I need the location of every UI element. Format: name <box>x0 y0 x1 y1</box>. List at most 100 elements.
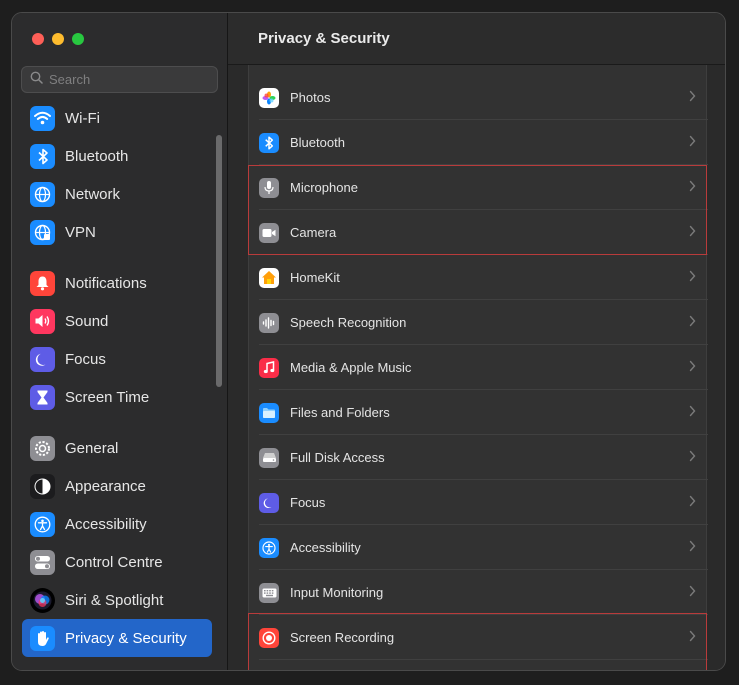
sidebar-item-control-centre[interactable]: Control Centre <box>22 543 212 581</box>
sidebar-item-label: Screen Time <box>65 388 150 406</box>
chevron-right-icon <box>689 405 696 417</box>
keyboard-icon <box>259 582 279 603</box>
hourglass-icon <box>30 384 55 410</box>
main-content: Privacy & Security Photos Bluetooth Micr… <box>228 13 725 670</box>
page-title: Privacy & Security <box>228 13 725 65</box>
sidebar-item-appearance[interactable]: Appearance <box>22 467 212 505</box>
sidebar-list: Wi-Fi Bluetooth Network VPN Notification… <box>22 99 212 657</box>
photos-icon <box>259 87 279 108</box>
sidebar-item-notifications[interactable]: Notifications <box>22 264 212 302</box>
bluetooth-icon <box>259 132 279 153</box>
list-item-label: Full Disk Access <box>290 450 385 465</box>
search-input[interactable] <box>49 72 209 87</box>
sidebar-item-label: Bluetooth <box>65 147 129 165</box>
minimize-button[interactable] <box>52 33 64 45</box>
list-item-input-monitoring[interactable]: Input Monitoring <box>249 570 708 615</box>
list-item-screen-recording[interactable]: Screen Recording <box>249 615 708 660</box>
chevron-right-icon <box>689 540 696 552</box>
chevron-right-icon <box>689 495 696 507</box>
folder-icon <box>259 402 279 423</box>
traffic-lights <box>32 33 84 45</box>
sidebar-item-general[interactable]: General <box>22 429 212 467</box>
sidebar-item-label: Siri & Spotlight <box>65 591 164 609</box>
disk-icon <box>259 447 279 468</box>
chevron-right-icon <box>689 180 696 192</box>
chevron-right-icon <box>689 225 696 237</box>
sidebar-item-label: VPN <box>65 223 96 241</box>
list-item-label: Camera <box>290 225 337 240</box>
sidebar-item-label: Network <box>65 185 121 203</box>
list-item-files-and-folders[interactable]: Files and Folders <box>249 390 708 435</box>
sidebar-scrollbar[interactable] <box>216 135 222 387</box>
settings-window: Wi-Fi Bluetooth Network VPN <box>11 12 726 671</box>
sidebar-item-label: Control Centre <box>65 553 163 571</box>
list-item-homekit[interactable]: HomeKit <box>249 255 708 300</box>
moon-icon <box>259 492 279 513</box>
accessibility-icon <box>30 511 55 537</box>
list-item-label: Focus <box>290 495 326 510</box>
sidebar-item-wifi[interactable]: Wi-Fi <box>22 99 212 137</box>
search-field[interactable] <box>21 66 218 93</box>
home-icon <box>259 267 279 288</box>
sidebar-item-sound[interactable]: Sound <box>22 302 212 340</box>
list-item-media-apple-music[interactable]: Media & Apple Music <box>249 345 708 390</box>
list-item-label: HomeKit <box>290 270 340 285</box>
list-item-label: Bluetooth <box>290 135 345 150</box>
list-item-speech-recognition[interactable]: Speech Recognition <box>249 300 708 345</box>
vpn-globe-icon <box>30 219 55 245</box>
list-item-label: Input Monitoring <box>290 585 384 600</box>
sidebar-item-label: Appearance <box>65 477 146 495</box>
list-item-label: Files and Folders <box>290 405 390 420</box>
bell-icon <box>30 270 55 296</box>
siri-icon <box>30 587 55 613</box>
chevron-right-icon <box>689 270 696 282</box>
list-item-photos[interactable]: Photos <box>249 75 708 120</box>
toggles-icon <box>30 549 55 575</box>
sidebar-item-label: Sound <box>65 312 109 330</box>
sidebar-item-label: Accessibility <box>65 515 147 533</box>
sidebar-item-label: Notifications <box>65 274 147 292</box>
hand-icon <box>30 625 55 651</box>
sidebar-item-accessibility[interactable]: Accessibility <box>22 505 212 543</box>
list-item-label: Speech Recognition <box>290 315 407 330</box>
waveform-icon <box>259 312 279 333</box>
sidebar-item-label: General <box>65 439 119 457</box>
sidebar-item-label: Privacy & Security <box>65 629 187 647</box>
camera-icon <box>259 222 279 243</box>
accessibility-icon <box>259 537 279 558</box>
privacy-list-panel: Photos Bluetooth Microphone Camera HomeK… <box>248 65 708 670</box>
sidebar-item-privacy-security[interactable]: Privacy & Security <box>22 619 212 657</box>
sidebar-item-screen-time[interactable]: Screen Time <box>22 378 212 416</box>
sidebar-item-network[interactable]: Network <box>22 175 212 213</box>
moon-icon <box>30 346 55 372</box>
main-scrollbar[interactable] <box>725 133 726 349</box>
close-button[interactable] <box>32 33 44 45</box>
list-item-label: Photos <box>290 90 331 105</box>
wifi-icon <box>30 105 55 131</box>
list-item-label: Media & Apple Music <box>290 360 412 375</box>
chevron-right-icon <box>689 360 696 372</box>
sidebar-item-vpn[interactable]: VPN <box>22 213 212 251</box>
list-item-label: Accessibility <box>290 540 361 555</box>
sidebar: Wi-Fi Bluetooth Network VPN <box>12 13 228 670</box>
sidebar-item-label: Wi-Fi <box>65 109 100 127</box>
list-item-focus[interactable]: Focus <box>249 480 708 525</box>
list-item-camera[interactable]: Camera <box>249 210 708 255</box>
list-item-label: Screen Recording <box>290 630 395 645</box>
record-icon <box>259 627 279 648</box>
list-item-bluetooth[interactable]: Bluetooth <box>249 120 708 165</box>
list-item-microphone[interactable]: Microphone <box>249 165 708 210</box>
sidebar-item-label: Focus <box>65 350 106 368</box>
chevron-right-icon <box>689 630 696 642</box>
sidebar-item-siri-spotlight[interactable]: Siri & Spotlight <box>22 581 212 619</box>
chevron-right-icon <box>689 90 696 102</box>
music-icon <box>259 357 279 378</box>
chevron-right-icon <box>689 315 696 327</box>
list-item-full-disk-access[interactable]: Full Disk Access <box>249 435 708 480</box>
sidebar-item-bluetooth[interactable]: Bluetooth <box>22 137 212 175</box>
zoom-button[interactable] <box>72 33 84 45</box>
bluetooth-icon <box>30 143 55 169</box>
speaker-icon <box>30 308 55 334</box>
list-item-accessibility[interactable]: Accessibility <box>249 525 708 570</box>
sidebar-item-focus[interactable]: Focus <box>22 340 212 378</box>
